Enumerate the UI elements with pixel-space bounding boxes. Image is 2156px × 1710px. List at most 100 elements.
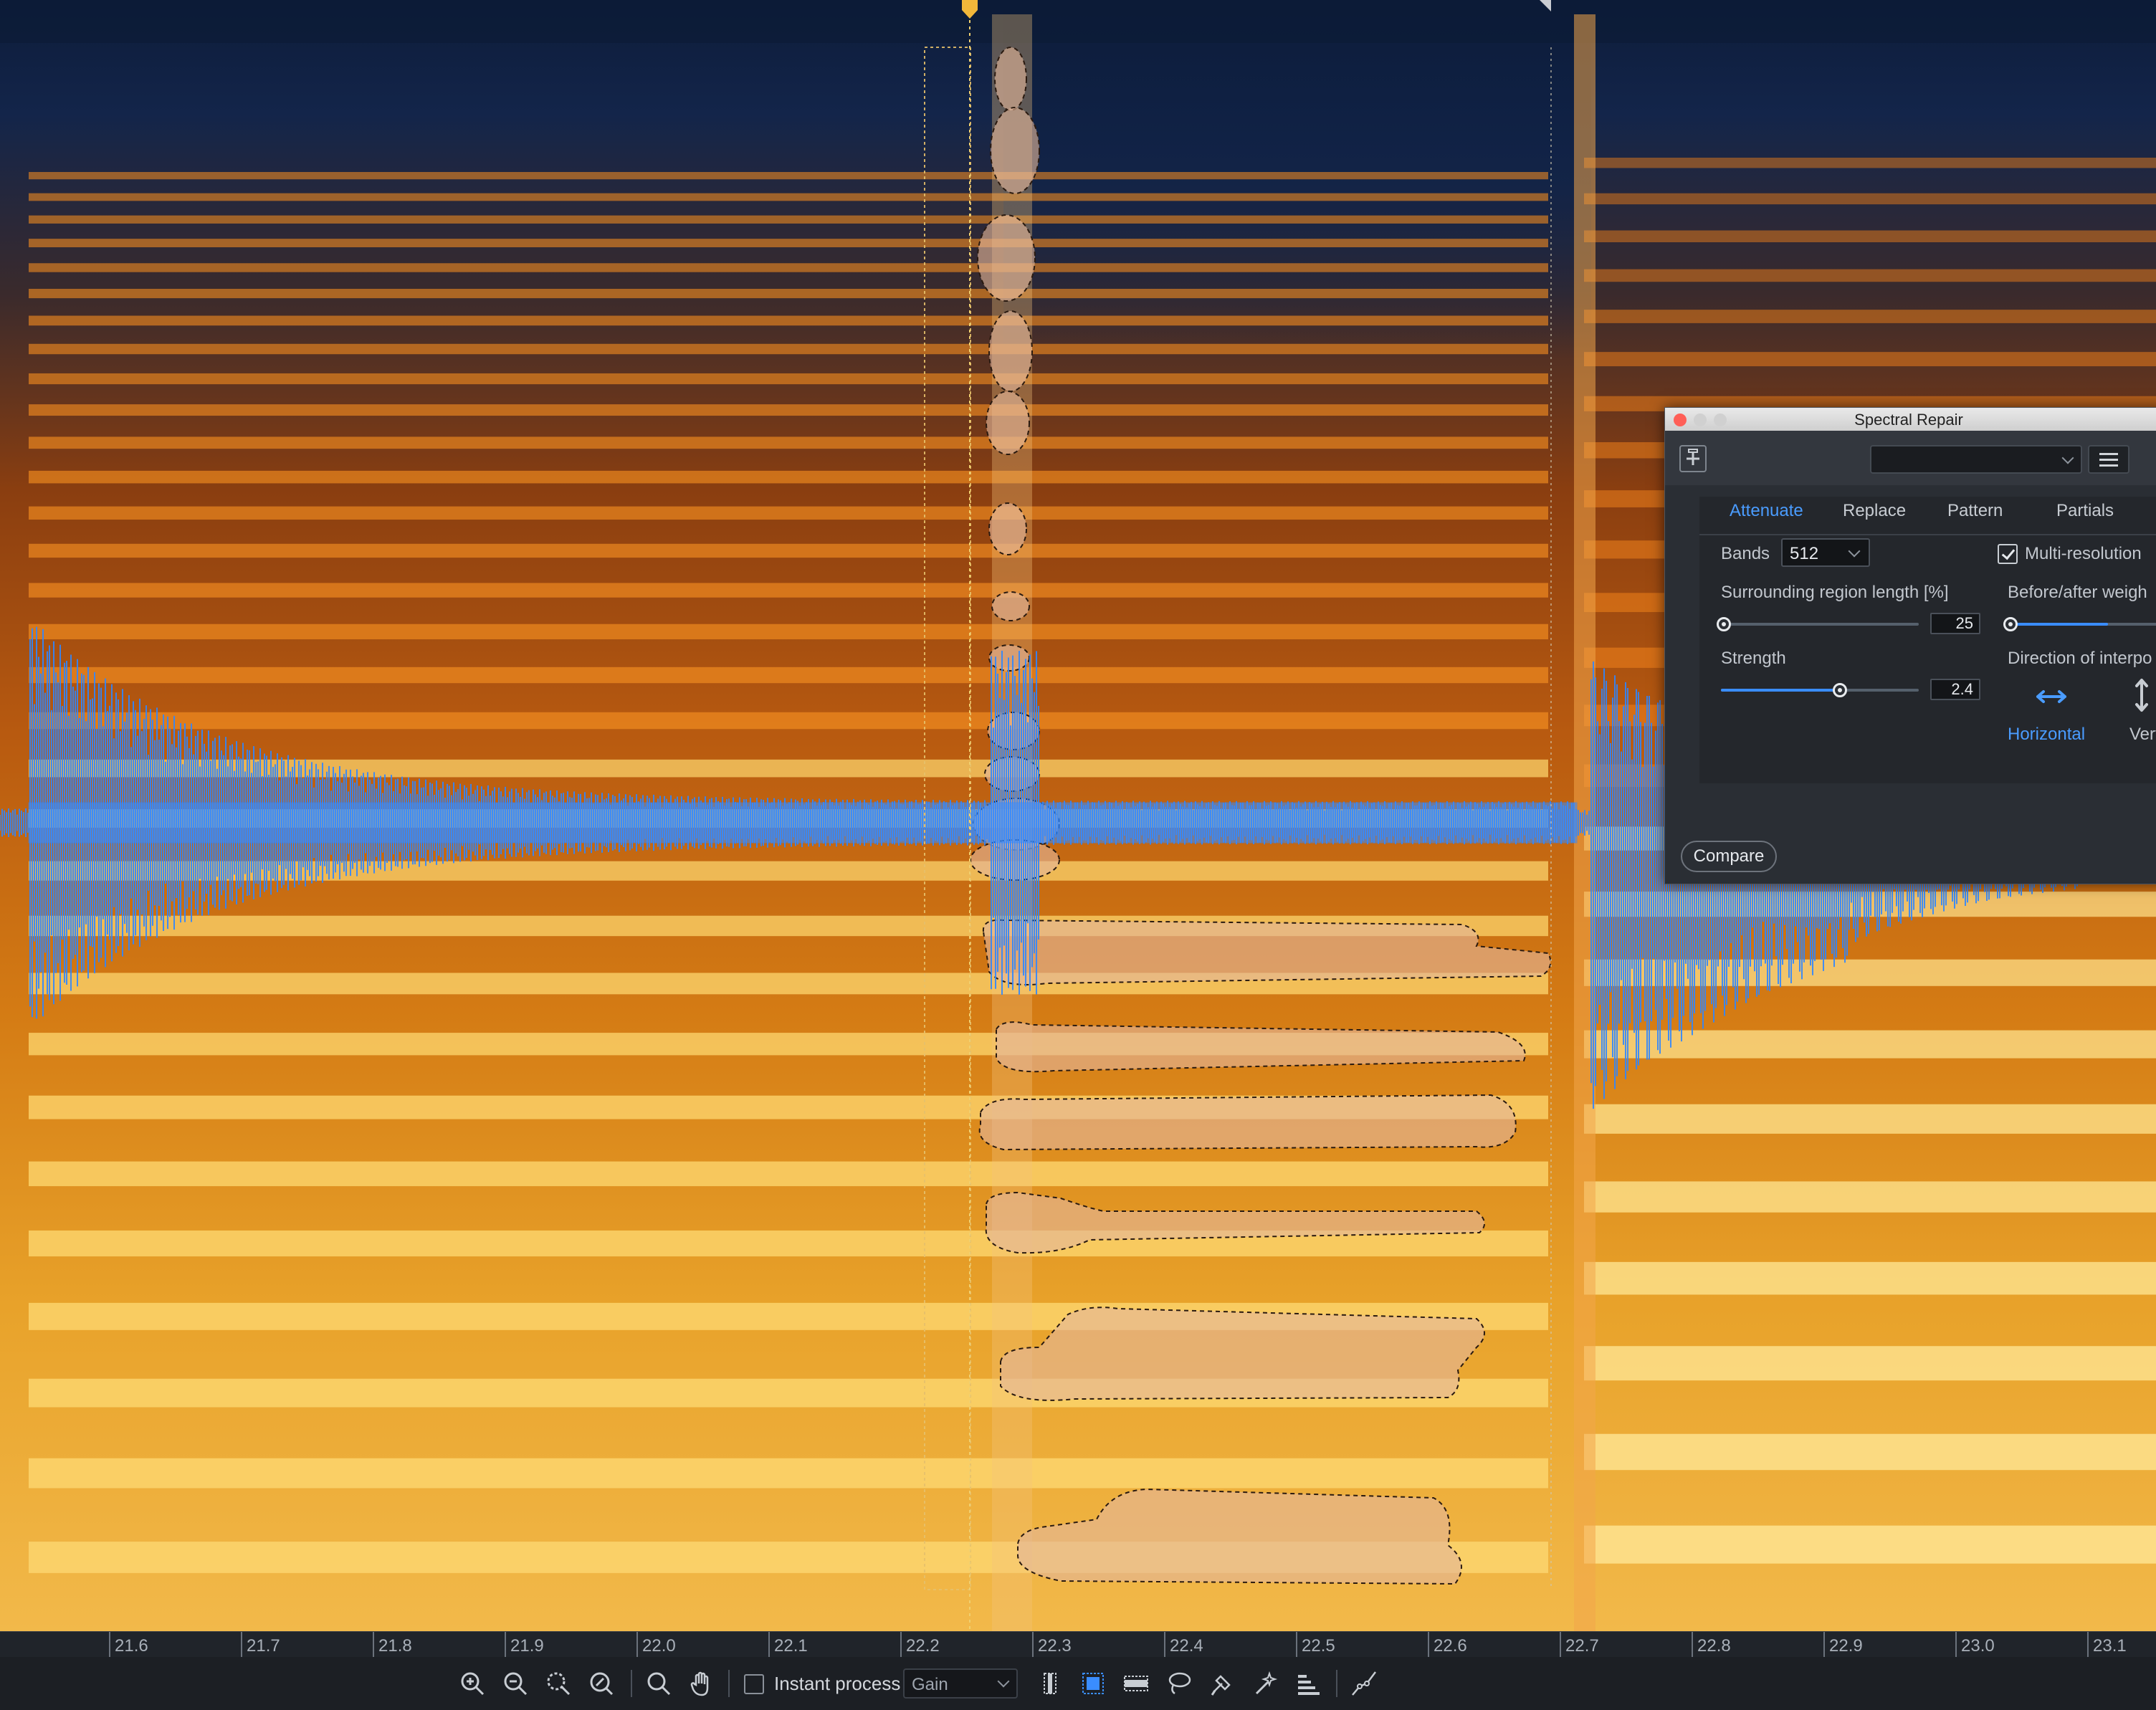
harmonic-line [29, 712, 1548, 730]
harmonic-line [29, 263, 1548, 272]
preset-dropdown[interactable] [1870, 445, 2082, 474]
horizontal-option-label[interactable]: Horizontal [2008, 725, 2085, 745]
compare-button[interactable]: Compare [1681, 841, 1777, 872]
selection-region[interactable] [982, 919, 1552, 985]
harmonic-line [29, 436, 1548, 449]
time-tick: 22.5 [1296, 1632, 1335, 1658]
time-tick-label: 21.7 [247, 1636, 280, 1656]
zoom-in-icon[interactable] [456, 1667, 489, 1700]
surrounding-region-slider-knob[interactable] [1717, 617, 1731, 631]
selection-region[interactable] [986, 391, 1030, 455]
add-preset-button[interactable] [1679, 445, 1707, 472]
harmonic-line [1584, 1261, 2156, 1295]
harmonic-line [1584, 1104, 2156, 1134]
tab-replace[interactable]: Replace [1843, 501, 1906, 521]
harmonic-line [29, 172, 1548, 180]
tab-divider [1699, 534, 2156, 535]
time-tick-label: 21.8 [378, 1636, 412, 1656]
harmonic-line [1584, 230, 2156, 243]
harmonic-line [29, 667, 1548, 684]
selection-region[interactable] [991, 591, 1030, 621]
envelope-icon[interactable] [1348, 1667, 1380, 1700]
time-tick-label: 22.6 [1434, 1636, 1467, 1656]
strength-slider-fill [1721, 689, 1840, 692]
surrounding-region-label: Surrounding region length [%] [1721, 583, 1949, 602]
chevron-down-icon [997, 1675, 1010, 1688]
strength-slider-knob[interactable] [1832, 683, 1847, 697]
time-tick-label: 23.1 [2093, 1636, 2127, 1656]
tab-attenuate[interactable]: Attenuate [1730, 501, 1803, 521]
harmonic-line [1584, 1346, 2156, 1381]
zoom-fit-icon[interactable] [585, 1667, 618, 1700]
time-tick: 21.9 [505, 1632, 544, 1658]
frequency-selection-icon[interactable] [1120, 1667, 1153, 1700]
horizontal-arrow-icon[interactable] [2033, 686, 2069, 707]
strength-value[interactable]: 2.4 [1930, 679, 1980, 700]
time-tick: 22.4 [1164, 1632, 1203, 1658]
surrounding-region-slider[interactable] [1721, 623, 1919, 626]
selection-region[interactable] [994, 47, 1027, 111]
surrounding-region-value[interactable]: 25 [1930, 613, 1980, 634]
tab-pattern[interactable]: Pattern [1947, 501, 2003, 521]
time-tick-label: 22.2 [906, 1636, 940, 1656]
lasso-icon[interactable] [1163, 1667, 1196, 1700]
instant-process-mode-dropdown[interactable]: Gain [903, 1668, 1018, 1699]
panel-menu-button[interactable] [2088, 445, 2129, 474]
time-tick: 21.7 [241, 1632, 280, 1658]
harmonic-line [1584, 352, 2156, 367]
harmonic-line [29, 506, 1548, 520]
selection-region[interactable] [977, 214, 1036, 302]
before-after-slider-fill [2008, 623, 2108, 626]
vertical-option-label[interactable]: Verti [2129, 725, 2156, 745]
bands-dropdown[interactable]: 512 [1781, 538, 1870, 567]
time-tick: 22.9 [1823, 1632, 1863, 1658]
tab-partials[interactable]: Partials [2056, 501, 2114, 521]
time-tick: 22.2 [900, 1632, 940, 1658]
time-tick: 21.8 [373, 1632, 412, 1658]
harmonic-line [29, 315, 1548, 326]
harmonic-line [1584, 269, 2156, 282]
time-tick-label: 21.9 [510, 1636, 544, 1656]
selection-region[interactable] [990, 107, 1040, 194]
harmonic-line [29, 193, 1548, 201]
time-ruler[interactable]: 521.621.721.821.922.022.122.222.322.422.… [0, 1631, 2156, 1658]
rectangle-selection-icon[interactable] [1077, 1667, 1110, 1700]
time-tick-label: 22.5 [1302, 1636, 1335, 1656]
bottom-toolbar: Instant process Gain [0, 1657, 2156, 1710]
harmonic-line [1584, 1433, 2156, 1471]
time-tick: 23.0 [1955, 1632, 1995, 1658]
magic-wand-icon[interactable] [1249, 1667, 1282, 1700]
harmonic-line [1584, 959, 2156, 986]
time-tick-label: 22.0 [642, 1636, 676, 1656]
panel-title: Spectral Repair [1854, 411, 1963, 429]
harmonic-line [1584, 193, 2156, 205]
time-tick: 22.8 [1692, 1632, 1731, 1658]
harmonic-line [1584, 1030, 2156, 1059]
multi-resolution-checkbox[interactable] [1998, 544, 2018, 564]
time-tick: 22.6 [1428, 1632, 1467, 1658]
time-tick: 23.1 [2087, 1632, 2127, 1658]
time-tick: 22.0 [636, 1632, 676, 1658]
harmonic-line [1584, 158, 2156, 168]
zoom-out-icon[interactable] [499, 1667, 532, 1700]
harmonic-line [29, 1458, 1548, 1489]
selection-region[interactable] [1000, 1307, 1485, 1401]
before-after-slider-knob[interactable] [2003, 617, 2018, 631]
direction-label: Direction of interpo [2008, 649, 2152, 668]
magnify-icon[interactable] [642, 1667, 675, 1700]
brush-icon[interactable] [1206, 1667, 1239, 1700]
selection-region[interactable] [988, 310, 1033, 392]
selection-region[interactable] [988, 502, 1027, 555]
time-selection-icon[interactable] [1034, 1667, 1067, 1700]
strength-label: Strength [1721, 649, 1786, 668]
zoom-selection-icon[interactable] [542, 1667, 575, 1700]
instant-process-checkbox[interactable] [744, 1674, 764, 1694]
harmonic-selection-icon[interactable] [1292, 1667, 1325, 1700]
spectral-repair-panel[interactable]: Spectral Repair Attenuate Replace Patter… [1664, 407, 2156, 884]
selection-region[interactable] [978, 1094, 1517, 1151]
panel-titlebar[interactable]: Spectral Repair [1665, 408, 2156, 431]
harmonic-line [29, 583, 1548, 598]
harmonic-line [1584, 1525, 2156, 1564]
vertical-arrow-icon[interactable] [2131, 676, 2152, 715]
hand-icon[interactable] [685, 1667, 718, 1700]
